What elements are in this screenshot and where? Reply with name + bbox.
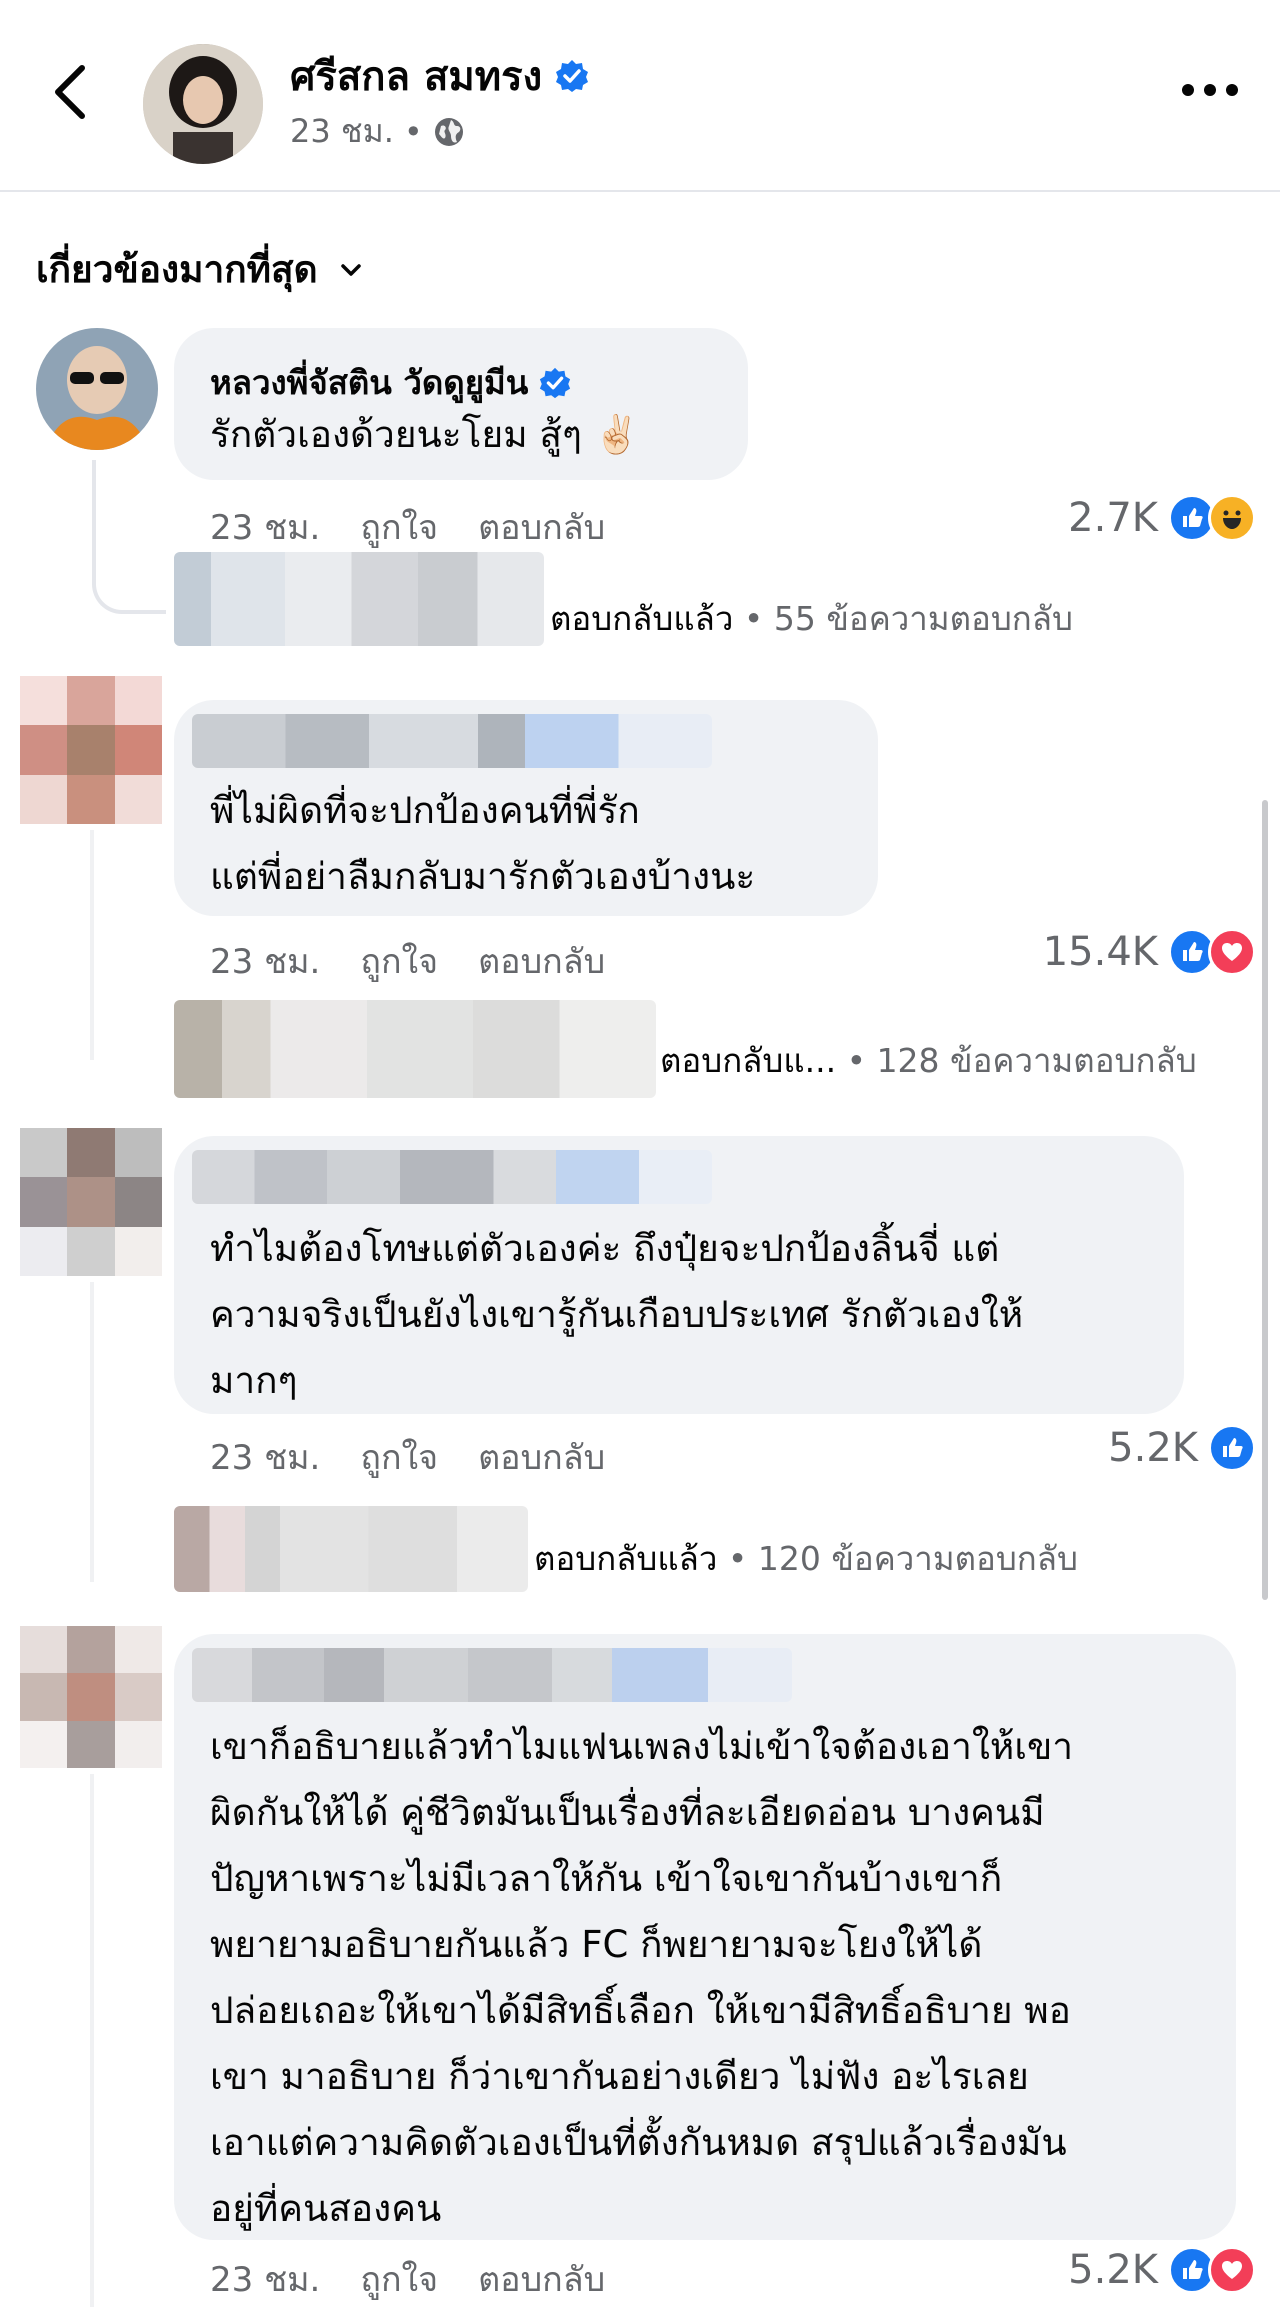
comment-line: ปล่อยเถอะให้เขาได้มีสิทธิ์เลือก ให้เขามี… xyxy=(210,1989,1071,2032)
globe-icon xyxy=(434,117,463,146)
sort-label: เกี่ยวข้องมากที่สุด xyxy=(36,248,318,291)
comment-bubble: หลวงพี่จัสติน วัดดูยูมีน รักตัวเองด้วยนะ… xyxy=(174,328,748,480)
replies-summary[interactable]: ตอบกลับแล้ว • 55 ข้อความตอบกลับ xyxy=(550,592,1073,645)
replies-tag: ตอบกลับแ... xyxy=(660,1041,837,1080)
reply-button[interactable]: ตอบกลับ xyxy=(478,2252,605,2306)
love-reaction-icon xyxy=(1208,2246,1256,2294)
like-button[interactable]: ถูกใจ xyxy=(360,1430,438,1484)
replies-tag: ตอบกลับแล้ว xyxy=(534,1539,718,1578)
author-avatar[interactable] xyxy=(143,44,263,164)
monk-avatar-photo xyxy=(36,328,158,450)
comment-text: รักตัวเองด้วยนะโยม สู้ๆ ✌🏻 xyxy=(210,402,640,468)
header-divider xyxy=(0,190,1280,192)
replies-count: 55 ข้อความตอบกลับ xyxy=(773,599,1073,638)
reaction-summary[interactable]: 15.4K xyxy=(980,928,1256,976)
reply-button[interactable]: ตอบกลับ xyxy=(478,1430,605,1484)
reaction-count: 2.7K xyxy=(1068,495,1158,541)
comment-bubble: พี่ไม่ผิดที่จะปกป้องคนที่พี่รัก แต่พี่อย… xyxy=(174,700,878,916)
thread-line xyxy=(90,830,94,1060)
commenter-avatar[interactable] xyxy=(20,1626,162,1768)
comment-line: อยู่ที่คนสองคน xyxy=(210,2187,442,2230)
replies-count: 128 ข้อความตอบกลับ xyxy=(876,1041,1197,1080)
comment-line: ความจริงเป็นยังไงเขารู้กันเกือบประเทศ รั… xyxy=(210,1293,1024,1336)
like-button[interactable]: ถูกใจ xyxy=(360,934,438,988)
comment-bubble: เขาก็อธิบายแล้วทำไมแฟนเพลงไม่เข้าใจต้องเ… xyxy=(174,1634,1236,2240)
comment-time[interactable]: 23 ชม. xyxy=(210,934,320,988)
more-icon xyxy=(1182,84,1238,96)
comment-line: ทำไมต้องโทษแต่ตัวเองค่ะ ถึงปุ๋ยจะปกป้องล… xyxy=(210,1227,1000,1270)
like-button[interactable]: ถูกใจ xyxy=(360,500,438,554)
comment-actions: 23 ชม. ถูกใจ ตอบกลับ xyxy=(210,2252,605,2306)
replies-summary[interactable]: ตอบกลับแ... • 128 ข้อความตอบกลับ xyxy=(660,1034,1197,1087)
comment-bubble: ทำไมต้องโทษแต่ตัวเองค่ะ ถึงปุ๋ยจะปกป้องล… xyxy=(174,1136,1184,1414)
like-reaction-icon xyxy=(1208,1424,1256,1472)
post-time[interactable]: 23 ชม. xyxy=(290,106,394,157)
comment-time[interactable]: 23 ชม. xyxy=(210,500,320,554)
separator-dot: • xyxy=(403,112,423,151)
comment-line: ผิดกันให้ได้ คู่ชีวิตมันเป็นเรื่องที่ละเ… xyxy=(210,1791,1045,1834)
thread-line xyxy=(92,460,166,614)
commenter-name-blurred[interactable] xyxy=(192,714,712,768)
comment-line: พยายามอธิบายกันแล้ว FC ก็พยายามจะโยงให้ไ… xyxy=(210,1923,983,1966)
dot-separator: • xyxy=(846,1041,877,1080)
reply-button[interactable]: ตอบกลับ xyxy=(478,500,605,554)
post-meta: 23 ชม. • xyxy=(290,106,465,157)
comment-line: แต่พี่อย่าลืมกลับมารักตัวเองบ้างนะ xyxy=(210,855,756,898)
love-reaction-icon xyxy=(1208,928,1256,976)
comment-actions: 23 ชม. ถูกใจ ตอบกลับ xyxy=(210,500,605,554)
verified-badge-icon xyxy=(556,60,589,92)
post-author[interactable]: ศรีสกล สมทรง xyxy=(290,44,590,108)
comment-line: พี่ไม่ผิดที่จะปกป้องคนที่พี่รัก xyxy=(210,789,640,832)
reply-button[interactable]: ตอบกลับ xyxy=(478,934,605,988)
chevron-left-icon xyxy=(55,65,85,119)
back-button[interactable] xyxy=(48,62,92,122)
comment-actions: 23 ชม. ถูกใจ ตอบกลับ xyxy=(210,1430,605,1484)
commenter-avatar[interactable] xyxy=(20,1128,162,1276)
reaction-summary[interactable]: 5.2K xyxy=(1000,1424,1256,1472)
thread-line xyxy=(90,1774,94,2307)
more-options-button[interactable] xyxy=(1180,80,1240,100)
haha-reaction-icon xyxy=(1208,494,1256,542)
comment-text: เขาก็อธิบายแล้วทำไมแฟนเพลงไม่เข้าใจต้องเ… xyxy=(210,1714,1073,2242)
commenter-name-blurred[interactable] xyxy=(192,1150,712,1204)
reply-avatars-blurred xyxy=(174,1000,656,1098)
comment-text: ทำไมต้องโทษแต่ตัวเองค่ะ ถึงปุ๋ยจะปกป้องล… xyxy=(210,1216,1023,1414)
reply-avatars-blurred xyxy=(174,1506,528,1592)
reaction-summary[interactable]: 5.2K xyxy=(1000,2246,1256,2294)
dot-separator: • xyxy=(743,599,774,638)
commenter-name-blurred[interactable] xyxy=(192,1648,792,1702)
reaction-summary[interactable]: 2.7K xyxy=(1000,494,1256,542)
comment-line: เขา มาอธิบาย ก็ว่าเขากันอย่างเดียว ไม่ฟั… xyxy=(210,2055,1029,2098)
comment-actions: 23 ชม. ถูกใจ ตอบกลับ xyxy=(210,934,605,988)
dot-separator: • xyxy=(727,1539,758,1578)
verified-badge-icon xyxy=(540,367,571,398)
comment-line: มากๆ xyxy=(210,1359,298,1402)
commenter-avatar[interactable] xyxy=(36,328,158,450)
comment-text: พี่ไม่ผิดที่จะปกป้องคนที่พี่รัก แต่พี่อย… xyxy=(210,778,755,910)
author-name[interactable]: ศรีสกล สมทรง xyxy=(290,44,542,108)
comment-line: รักตัวเองด้วยนะโยม สู้ๆ ✌🏻 xyxy=(210,413,640,456)
comment-line: เขาก็อธิบายแล้วทำไมแฟนเพลงไม่เข้าใจต้องเ… xyxy=(210,1725,1074,1768)
thread-line xyxy=(90,1282,94,1582)
avatar-photo xyxy=(143,44,263,164)
comment-time[interactable]: 23 ชม. xyxy=(210,2252,320,2306)
like-button[interactable]: ถูกใจ xyxy=(360,2252,438,2306)
comment-time[interactable]: 23 ชม. xyxy=(210,1430,320,1484)
comment-line: เอาแต่ความคิดตัวเองเป็นที่ตั้งกันหมด สรุ… xyxy=(210,2121,1067,2164)
reply-avatars-blurred xyxy=(174,552,544,646)
comment-sort-dropdown[interactable]: เกี่ยวข้องมากที่สุด xyxy=(36,240,362,299)
replies-tag: ตอบกลับแล้ว xyxy=(550,599,734,638)
comment-line: ปัญหาเพราะไม่มีเวลาให้กัน เข้าใจเขากันบ้… xyxy=(210,1857,1003,1900)
commenter-avatar[interactable] xyxy=(20,676,162,824)
chevron-down-icon xyxy=(340,263,361,276)
scrollbar[interactable] xyxy=(1262,800,1268,1600)
reaction-count: 5.2K xyxy=(1068,2247,1158,2293)
reaction-count: 15.4K xyxy=(1042,929,1158,975)
reaction-count: 5.2K xyxy=(1108,1425,1198,1471)
replies-count: 120 ข้อความตอบกลับ xyxy=(757,1539,1078,1578)
replies-summary[interactable]: ตอบกลับแล้ว • 120 ข้อความตอบกลับ xyxy=(534,1532,1078,1585)
